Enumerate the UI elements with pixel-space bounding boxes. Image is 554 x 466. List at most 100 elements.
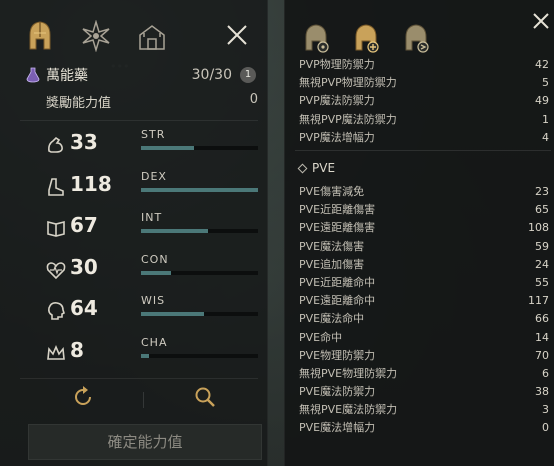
close-button[interactable]: [530, 12, 552, 34]
stat-label: PVE近距離命中: [299, 275, 376, 289]
stat-number: 24: [535, 257, 549, 271]
wisdom-head-icon: [46, 301, 66, 321]
magnifier-icon: [193, 385, 217, 413]
stat-bar: [141, 312, 258, 316]
stat-row-int[interactable]: 67 INT: [46, 211, 258, 247]
intelligence-book-icon: [46, 218, 66, 238]
stat-label: PVE命中: [299, 330, 343, 344]
stat-line: PVE近距離傷害 65: [299, 201, 549, 219]
elixir-name: 萬能藥: [46, 68, 88, 84]
stat-line: PVE追加傷害 24: [299, 256, 549, 274]
star-burst-icon[interactable]: [76, 16, 116, 56]
elixir-badge[interactable]: 1: [240, 67, 256, 83]
stat-name: STR: [141, 128, 166, 141]
stat-line: PVE遠距離傷害 108: [299, 219, 549, 237]
stat-label: PVE傷害減免: [299, 185, 365, 198]
detailed-stats-panel: PVP物理防禦力 42 無視PVP物理防禦力 5 PVP魔法防禦力 49 無視PVP魔法防禦…: [284, 0, 554, 466]
stat-row-str[interactable]: 33 STR: [46, 128, 258, 164]
stat-number: 6: [542, 366, 549, 380]
stat-line: PVE遠距離命中 117: [299, 292, 549, 310]
stat-bar: [141, 187, 258, 192]
stat-bar-fill: [141, 312, 205, 316]
stat-label: PVE遠距離傷害: [299, 221, 376, 235]
diamond-icon: [297, 163, 308, 173]
stat-line: 無視PVE魔法防禦力 3: [299, 401, 549, 419]
stat-line: 無視PVP魔法防禦力 1: [299, 111, 549, 129]
stat-name: CON: [141, 252, 169, 266]
pvp-stat-list: PVP物理防禦力 42 無視PVP物理防禦力 5 PVP魔法防禦力 49 無視PVP魔法防禦…: [299, 56, 549, 147]
bonus-stat-row: 獎勵能力值 0: [46, 92, 258, 111]
confirm-stats-button[interactable]: 確定能力值: [28, 424, 262, 460]
stat-value: 30: [70, 254, 98, 279]
dexterity-boot-icon: [46, 177, 66, 197]
pve-section-title: PVE: [312, 161, 336, 175]
stat-number: 23: [535, 185, 549, 198]
stat-number: 1: [542, 112, 549, 126]
stat-bar-fill: [141, 353, 150, 358]
stat-bar-fill: [141, 187, 258, 192]
stat-number: 66: [535, 312, 549, 326]
stat-bar: [141, 229, 258, 233]
stat-number: 55: [535, 275, 549, 289]
stat-number: 14: [535, 330, 549, 344]
pve-stat-list: PVE傷害減免 23 PVE近距離傷害 65 PVE遠距離傷害 108 PVE魔法傷害 59 P…: [299, 183, 549, 438]
stat-row-con[interactable]: 30 CON: [46, 253, 258, 289]
stat-label: 無視PVP魔法防禦力: [299, 112, 397, 126]
stat-number: 3: [542, 403, 549, 417]
stat-number: 65: [535, 203, 549, 217]
close-icon: [226, 24, 248, 50]
stat-label: 無視PVE物理防禦力: [299, 366, 398, 380]
stat-name: DEX: [141, 169, 167, 183]
stat-line: 無視PVP物理防禦力 5: [299, 74, 549, 92]
stat-label: 無視PVE魔法防禦力: [299, 403, 398, 417]
bonus-stat-label: 獎勵能力值: [46, 96, 112, 111]
stat-label: PVE魔法防禦力: [299, 385, 376, 399]
stat-line: PVE命中 14: [299, 329, 549, 347]
stat-line: PVE魔法增幅力 0: [299, 419, 549, 437]
stats-allocation-panel: 萬能藥 30/30 1 獎勵能力值 0 33 STR 118 DEX 67 INT 30 CO…: [0, 0, 268, 466]
charisma-crown-icon: [46, 343, 66, 363]
stat-number: 49: [535, 94, 549, 108]
search-button[interactable]: [190, 384, 220, 414]
stat-label: PVP魔法增幅力: [299, 130, 375, 144]
bonus-stat-value: 0: [249, 92, 258, 107]
left-tab-bar: [20, 14, 188, 58]
stat-bar-fill: [141, 146, 194, 150]
stat-label: PVE物理防禦力: [299, 348, 376, 362]
divider: [20, 120, 258, 121]
helmet-plus-icon[interactable]: [349, 18, 383, 58]
stat-label: PVP物理防禦力: [299, 58, 375, 71]
stat-line: PVE魔法命中 66: [299, 310, 549, 328]
divider: [143, 392, 144, 408]
stat-label: PVE遠距離命中: [299, 294, 376, 308]
stat-number: 117: [528, 294, 549, 308]
close-button[interactable]: [222, 22, 252, 52]
stat-row-dex[interactable]: 118 DEX: [46, 170, 258, 206]
stat-number: 38: [535, 385, 549, 399]
stat-line: PVP魔法防禦力 49: [299, 92, 549, 110]
stat-value: 67: [70, 213, 98, 237]
stat-line: 無視PVE物理防禦力 6: [299, 365, 549, 383]
stat-line: PVE傷害減免 23: [299, 183, 549, 201]
stat-value: 118: [70, 171, 112, 196]
castle-icon[interactable]: [132, 16, 172, 56]
divider: [20, 378, 258, 379]
stat-line: PVE物理防禦力 70: [299, 347, 549, 365]
stat-row-wis[interactable]: 64 WIS: [46, 294, 258, 330]
stat-label: PVP魔法防禦力: [299, 94, 375, 108]
stat-row-cha[interactable]: 8 CHA: [46, 336, 258, 372]
divider: [295, 150, 551, 151]
stat-line: PVP物理防禦力 42: [299, 56, 549, 74]
helmet-settings-icon[interactable]: [299, 18, 333, 58]
stat-label: PVE魔法增幅力: [299, 421, 376, 435]
reset-button[interactable]: [68, 384, 98, 414]
helmet-icon[interactable]: [20, 16, 60, 56]
constitution-heart-icon: [46, 260, 66, 280]
stat-name: WIS: [141, 294, 166, 307]
stat-number: 5: [542, 76, 549, 90]
helmet-arrow-icon[interactable]: [399, 18, 433, 58]
stat-number: 108: [528, 221, 549, 235]
stat-line: PVE近距離命中 55: [299, 274, 549, 292]
stat-bar: [141, 270, 258, 275]
stat-value: 64: [70, 296, 98, 320]
